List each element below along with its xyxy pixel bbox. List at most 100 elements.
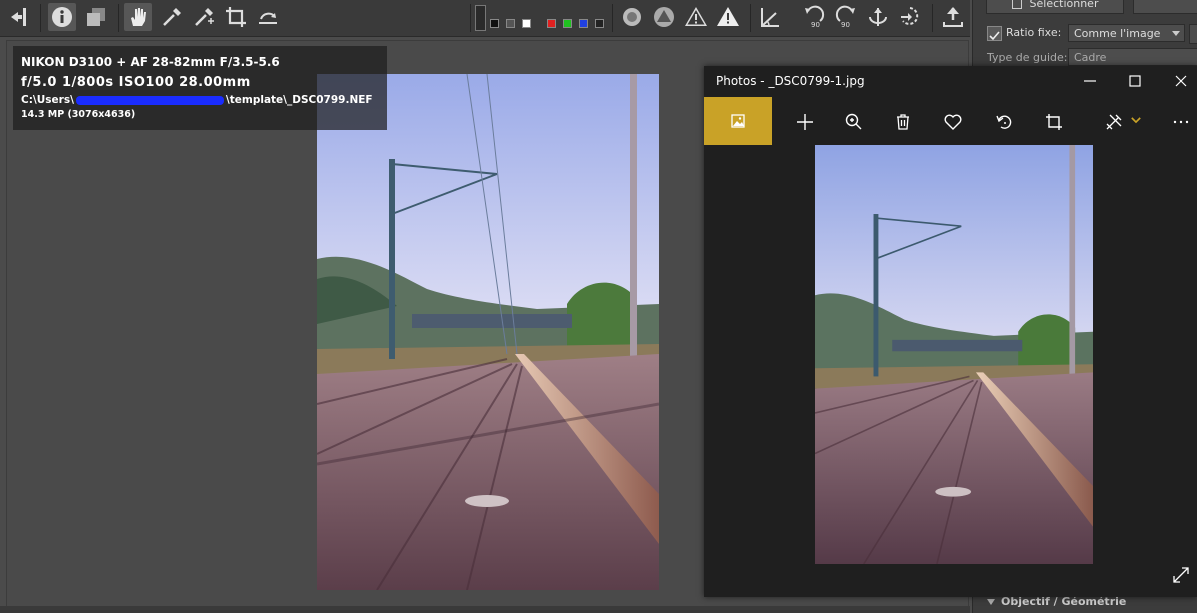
edit-icon: [1106, 114, 1122, 130]
exposure-info: f/5.0 1/800s ISO100 28.00mm: [21, 75, 251, 90]
crop-tool-button[interactable]: [222, 3, 250, 31]
bg-swatch-white[interactable]: [522, 19, 531, 28]
ratio-orientation-button[interactable]: [1189, 24, 1197, 44]
picture-icon: [731, 114, 745, 128]
focus-mask-button[interactable]: [618, 3, 646, 31]
photos-image[interactable]: [815, 145, 1093, 564]
delete-button[interactable]: [890, 109, 916, 135]
plus-icon: [797, 114, 813, 130]
flip-vertical-button[interactable]: [864, 3, 892, 31]
image-info-overlay: NIKON D3100 + AF 28-82mm F/3.5-5.6 f/5.0…: [13, 46, 387, 130]
rotate-left-button[interactable]: 90: [800, 3, 828, 31]
chevron-down-icon: [1131, 117, 1141, 124]
info-button[interactable]: [48, 3, 76, 31]
select-label: Sélectionner: [1029, 0, 1099, 10]
panel-toggle-button[interactable]: [6, 3, 34, 31]
compare-button[interactable]: [82, 3, 110, 31]
close-button[interactable]: [1170, 70, 1192, 92]
ratio-value: Comme l'image: [1074, 27, 1161, 40]
angle-icon: [761, 8, 779, 27]
panel-button-2[interactable]: [1133, 0, 1197, 14]
maximize-button[interactable]: [1124, 70, 1146, 92]
straighten-icon: [259, 12, 277, 24]
perspective-button[interactable]: [756, 3, 784, 31]
favorite-button[interactable]: [940, 109, 966, 135]
ratio-checkbox[interactable]: [987, 26, 1002, 41]
guide-select[interactable]: Cadre: [1068, 48, 1197, 66]
eyedropper-plus-icon: [195, 8, 214, 26]
crop-button[interactable]: [1041, 109, 1067, 135]
bg-swatch-gray[interactable]: [506, 19, 515, 28]
expand-icon: [1173, 567, 1189, 583]
straighten-tool-button[interactable]: [254, 3, 282, 31]
zoom-button[interactable]: [841, 109, 867, 135]
redacted-path: [75, 95, 224, 105]
railway-photo-copy: [815, 145, 1093, 564]
bg-swatch-black[interactable]: [490, 19, 499, 28]
path-start: C:\Users\: [21, 94, 74, 106]
minimize-icon: [1084, 80, 1096, 82]
maximize-icon: [1129, 75, 1141, 87]
heart-icon: [944, 114, 962, 130]
triangle-down-icon: [987, 599, 995, 605]
rotate-right-button[interactable]: 90: [832, 3, 860, 31]
preview-image[interactable]: [317, 74, 659, 590]
minimize-button[interactable]: [1079, 70, 1101, 92]
close-icon: [1175, 75, 1187, 87]
svg-text:90: 90: [841, 21, 850, 29]
channel-red[interactable]: [547, 19, 556, 28]
hand-icon: [131, 8, 146, 26]
warning-light-icon: [717, 7, 739, 26]
flip-horizontal-button[interactable]: [896, 3, 924, 31]
main-toolbar: 90 90: [0, 0, 970, 37]
export-icon: [943, 7, 963, 27]
eyedropper-icon: [163, 8, 181, 26]
path-end: \template\_DSC0799.NEF: [225, 94, 373, 106]
wb-picker-button[interactable]: [158, 3, 186, 31]
shadow-clip-button[interactable]: [650, 3, 678, 31]
select-button[interactable]: Sélectionner: [986, 0, 1124, 14]
resolution-info: 14.3 MP (3076x4636): [21, 109, 136, 120]
channel-green[interactable]: [563, 19, 572, 28]
circle-triangle-icon: [654, 7, 674, 27]
panel-collapse-icon: [11, 8, 26, 26]
more-button[interactable]: [1168, 109, 1194, 135]
crop-icon: [1046, 114, 1062, 130]
delete-icon: [897, 114, 909, 130]
compare-icon: [87, 8, 105, 26]
chevron-down-icon: [1172, 31, 1180, 36]
crop-icon: [226, 7, 246, 27]
svg-text:90: 90: [811, 21, 820, 29]
photos-app-window: Photos - _DSC0799-1.jpg: [704, 66, 1197, 597]
guide-value: Cadre: [1074, 51, 1107, 64]
select-icon: [1011, 0, 1022, 9]
rotate-button[interactable]: [991, 109, 1017, 135]
preview-bg-selector[interactable]: [475, 5, 486, 31]
info-icon: [52, 7, 72, 27]
guide-label: Type de guide:: [987, 51, 1068, 64]
fullscreen-button[interactable]: [1168, 562, 1194, 588]
channel-luminance[interactable]: [595, 19, 604, 28]
focus-mask-icon: [623, 8, 641, 26]
camera-info: NIKON D3100 + AF 28-82mm F/3.5-5.6: [21, 55, 280, 69]
see-all-photos-button[interactable]: [704, 97, 772, 145]
shadow-warning-button[interactable]: [682, 3, 710, 31]
file-path: C:\Users\ \template\_DSC0799.NEF: [21, 94, 373, 106]
rotate-icon: [996, 115, 1012, 129]
edit-create-button[interactable]: [1101, 109, 1127, 135]
ratio-select[interactable]: Comme l'image: [1068, 24, 1185, 42]
hand-tool-button[interactable]: [124, 3, 152, 31]
highlight-warning-button[interactable]: [714, 3, 742, 31]
warning-dark-icon: [685, 7, 707, 26]
rotate-left-icon: 90: [805, 5, 825, 29]
ratio-label: Ratio fixe:: [1006, 26, 1062, 39]
edit-dropdown-button[interactable]: [1129, 113, 1143, 127]
photos-titlebar[interactable]: Photos - _DSC0799-1.jpg: [704, 66, 1197, 97]
add-button[interactable]: [792, 109, 818, 135]
more-icon: [1173, 120, 1189, 124]
export-button[interactable]: [939, 3, 967, 31]
flip-vertical-icon: [869, 8, 887, 26]
channel-blue[interactable]: [579, 19, 588, 28]
color-picker-button[interactable]: [190, 3, 218, 31]
railway-photo: [317, 74, 659, 590]
